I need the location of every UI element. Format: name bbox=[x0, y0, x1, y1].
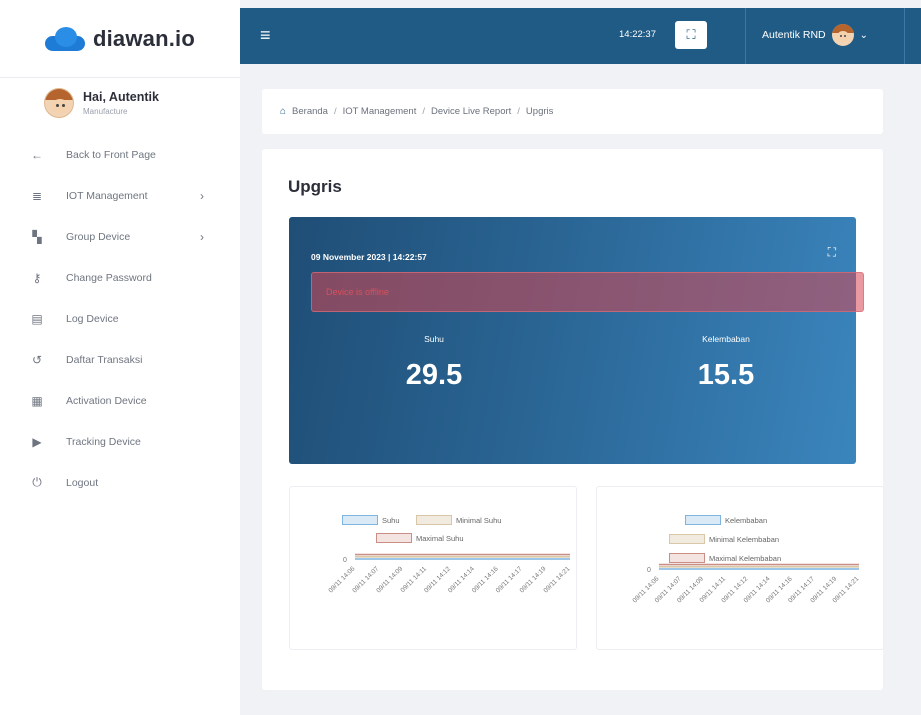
page-title: Upgris bbox=[288, 177, 342, 196]
main-card: Upgris 09 November 2023 | 14:22:57 ⛶ Dev… bbox=[262, 149, 884, 690]
home-icon: ⌂ bbox=[280, 106, 287, 117]
y-tick-label: 0 bbox=[343, 557, 347, 564]
breadcrumb-separator: / bbox=[517, 106, 520, 117]
calendar-icon: ▦ bbox=[31, 393, 43, 408]
avatar bbox=[44, 88, 74, 118]
breadcrumb-item-current: Upgris bbox=[525, 106, 554, 117]
sidebar-item-label: Change Password bbox=[66, 271, 152, 284]
metric-kelembaban: Kelembaban 15.5 bbox=[626, 334, 826, 392]
account-menu[interactable]: Autentik RND ⌄ bbox=[762, 24, 868, 46]
sidebar-item-logout[interactable]: ⏻ Logout bbox=[0, 462, 240, 503]
brand-logo[interactable]: diawan.io bbox=[0, 0, 240, 78]
x-tick-label: 09/11 14:21 bbox=[543, 565, 572, 594]
chart-card-suhu: Suhu Minimal Suhu Maximal Suhu 0 09/11 14… bbox=[289, 486, 577, 650]
group-icon: ▚ bbox=[32, 229, 42, 244]
sidebar-item-label: Tracking Device bbox=[66, 435, 141, 448]
breadcrumb-separator: / bbox=[333, 106, 337, 117]
key-icon: ⚷ bbox=[32, 270, 42, 285]
sidebar-item-tracking-device[interactable]: ▶ Tracking Device bbox=[0, 421, 240, 462]
sidebar-item-label: Back to Front Page bbox=[66, 148, 156, 161]
metric-value: 15.5 bbox=[697, 359, 755, 391]
breadcrumb-item-iot-management[interactable]: IOT Management bbox=[343, 106, 417, 117]
live-datetime: 09 November 2023 | 14:22:57 bbox=[311, 252, 427, 262]
topbar-clock: 14:22:37 bbox=[619, 29, 656, 40]
fullscreen-icon: ⛶ bbox=[686, 27, 696, 42]
power-icon: ⏻ bbox=[32, 475, 42, 489]
chart-suhu: 009/11 14:0609/11 14:0709/11 14:0909/11 … bbox=[328, 553, 572, 594]
user-greeting: Hai, Autentik bbox=[83, 90, 159, 104]
topbar: ≡ 14:22:37 ⛶ Autentik RND ⌄ bbox=[240, 8, 921, 64]
sidebar: diawan.io Hai, Autentik Manufacture ← Ba… bbox=[0, 0, 240, 715]
sidebar-item-label: Logout bbox=[66, 476, 99, 489]
sidebar-item-change-password[interactable]: ⚷ Change Password bbox=[0, 257, 240, 298]
metric-suhu: Suhu 29.5 bbox=[334, 334, 534, 392]
sidebar-menu: ← Back to Front Page ≣ IOT Management › … bbox=[0, 134, 240, 503]
fullscreen-icon[interactable]: ⛶ bbox=[828, 245, 836, 260]
metric-label: Suhu bbox=[424, 334, 444, 344]
chevron-down-icon: ⌄ bbox=[859, 29, 868, 41]
live-report-panel: 09 November 2023 | 14:22:57 ⛶ Device is … bbox=[289, 217, 864, 464]
breadcrumb-item-beranda[interactable]: Beranda bbox=[292, 106, 328, 117]
avatar bbox=[831, 24, 854, 46]
sidebar-item-activation-device[interactable]: ▦ Activation Device bbox=[0, 380, 240, 421]
arrow-left-icon: ← bbox=[31, 147, 43, 162]
brand-name: diawan.io bbox=[92, 25, 196, 51]
chevron-right-icon: › bbox=[200, 188, 204, 203]
database-icon: ≣ bbox=[31, 188, 43, 203]
chevron-right-icon: › bbox=[200, 229, 204, 244]
metric-value: 29.5 bbox=[405, 359, 463, 391]
sidebar-item-iot-management[interactable]: ≣ IOT Management › bbox=[0, 175, 240, 216]
sidebar-item-log-device[interactable]: ▤ Log Device bbox=[0, 298, 240, 339]
user-panel: Hai, Autentik Manufacture bbox=[0, 76, 240, 130]
history-icon: ↺ bbox=[31, 352, 43, 367]
sidebar-item-daftar-transaksi[interactable]: ↺ Daftar Transaksi bbox=[0, 339, 240, 380]
sidebar-item-label: Group Device bbox=[66, 230, 131, 243]
hamburger-icon[interactable]: ≡ bbox=[260, 25, 271, 46]
sidebar-item-label: Daftar Transaksi bbox=[66, 353, 143, 366]
alert-text: Device is offline bbox=[326, 287, 389, 297]
chart-kelembaban: 009/11 14:0609/11 14:0709/11 14:0909/11 … bbox=[632, 563, 861, 604]
sidebar-item-label: Log Device bbox=[66, 312, 119, 325]
truck-icon: ▶ bbox=[32, 434, 42, 449]
metric-label: Kelembaban bbox=[702, 334, 750, 344]
breadcrumb-separator: / bbox=[422, 106, 426, 117]
sidebar-item-label: IOT Management bbox=[66, 189, 148, 202]
breadcrumb: ⌂ Beranda / IOT Management / Device Live… bbox=[262, 89, 883, 134]
alert-bar: Device is offline bbox=[311, 272, 864, 312]
sidebar-item-group-device[interactable]: ▚ Group Device › bbox=[0, 216, 240, 257]
y-tick-label: 0 bbox=[647, 567, 651, 574]
sidebar-item-back-to-front-page[interactable]: ← Back to Front Page bbox=[0, 134, 240, 175]
account-name: Autentik RND bbox=[762, 29, 826, 41]
sidebar-item-label: Activation Device bbox=[66, 394, 147, 407]
fullscreen-button[interactable]: ⛶ bbox=[675, 21, 707, 49]
chart-card-kelembaban: Kelembaban Minimal Kelembaban Maximal Ke… bbox=[596, 486, 884, 650]
user-role: Manufacture bbox=[83, 107, 128, 116]
file-icon: ▤ bbox=[31, 311, 43, 326]
breadcrumb-item-device-live-report[interactable]: Device Live Report bbox=[431, 106, 511, 117]
cloud-icon bbox=[44, 26, 89, 51]
